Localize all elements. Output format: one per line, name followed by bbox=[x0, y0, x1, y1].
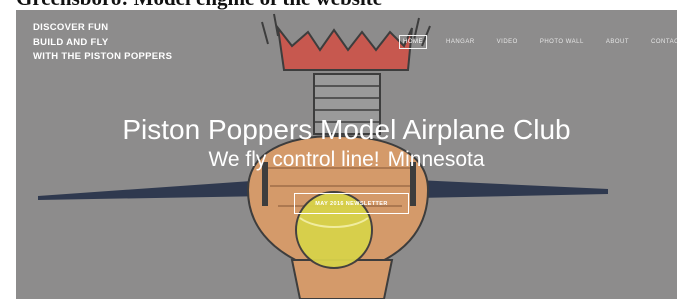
tagline-line-3: WITH THE PISTON POPPERS bbox=[33, 51, 173, 62]
hero-subtitle-row: We fly control line! Minnesota bbox=[16, 148, 677, 172]
left-wing bbox=[38, 180, 266, 200]
nav-home[interactable]: HOME bbox=[399, 35, 427, 49]
hero-title: Piston Poppers Model Airplane Club bbox=[122, 114, 571, 145]
nav-video[interactable]: VIDEO bbox=[494, 36, 521, 48]
page-caption: Greensboro: Model engine of the website bbox=[16, 0, 382, 10]
tagline-line-1: DISCOVER FUN bbox=[33, 22, 109, 33]
hero-place: Minnesota bbox=[387, 148, 485, 171]
tagline-line-2: BUILD AND FLY bbox=[33, 36, 109, 48]
page-caption-strip: Greensboro: Model engine of the website bbox=[0, 0, 691, 10]
newsletter-button-label: MAY 2016 NEWSLETTER bbox=[315, 200, 388, 207]
engine-crown bbox=[276, 24, 413, 71]
nav-contact[interactable]: CONTACT bbox=[648, 36, 677, 48]
page: Greensboro: Model engine of the website bbox=[0, 0, 691, 299]
nav-hangar[interactable]: HANGAR bbox=[443, 36, 478, 48]
right-wing bbox=[416, 180, 608, 198]
nav-photo-wall[interactable]: PHOTO WALL bbox=[537, 36, 587, 48]
site-tagline: DISCOVER FUN BUILD AND FLY WITH THE PIST… bbox=[33, 21, 172, 65]
main-nav: HOME HANGAR VIDEO PHOTO WALL ABOUT CONTA… bbox=[399, 35, 677, 49]
nav-about[interactable]: ABOUT bbox=[603, 36, 632, 48]
hero-subtitle: We fly control line! bbox=[208, 148, 380, 171]
hero-banner: DISCOVER FUN BUILD AND FLY WITH THE PIST… bbox=[16, 10, 677, 299]
newsletter-button[interactable]: MAY 2016 NEWSLETTER bbox=[294, 193, 409, 214]
